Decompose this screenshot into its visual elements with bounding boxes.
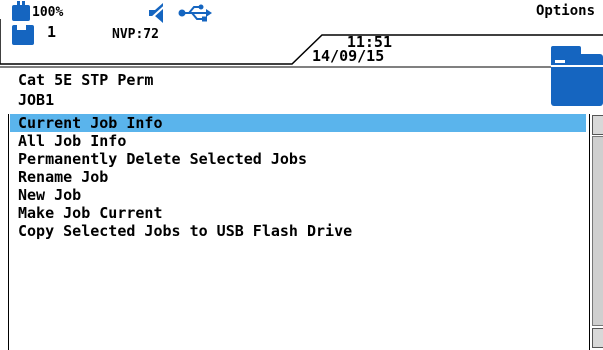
cable-type: Cat 5E STP Perm	[18, 71, 154, 89]
menu-item[interactable]: New Job	[10, 186, 586, 204]
job-name: JOB1	[18, 91, 55, 109]
clock-date: 14/09/15	[312, 47, 385, 65]
options-menu: Current Job Info All Job Info Permanently …	[10, 114, 588, 350]
list-left-border	[8, 114, 9, 350]
menu-item[interactable]: Rename Job	[10, 168, 586, 186]
info-bar-frame	[0, 19, 603, 69]
scrollbar-up-button[interactable]	[592, 115, 603, 135]
tester-screen: 100% Options 1 NVP:72 11:51 14/09/15 Cat…	[0, 0, 603, 350]
menu-item[interactable]: Current Job Info	[10, 114, 586, 132]
options-folder-icon[interactable]	[551, 42, 603, 106]
menu-item[interactable]: Make Job Current	[10, 204, 586, 222]
scrollbar-down-button[interactable]	[592, 328, 603, 348]
job-count: 1	[47, 23, 57, 41]
menu-item[interactable]: Copy Selected Jobs to USB Flash Drive	[10, 222, 586, 240]
scrollbar-track[interactable]	[592, 136, 603, 326]
options-label[interactable]: Options	[536, 3, 595, 20]
scrollbar[interactable]	[589, 114, 603, 350]
job-folder-icon	[12, 25, 34, 45]
menu-item[interactable]: All Job Info	[10, 132, 586, 150]
menu-item[interactable]: Permanently Delete Selected Jobs	[10, 150, 586, 168]
nvp-value: NVP:72	[112, 27, 159, 42]
